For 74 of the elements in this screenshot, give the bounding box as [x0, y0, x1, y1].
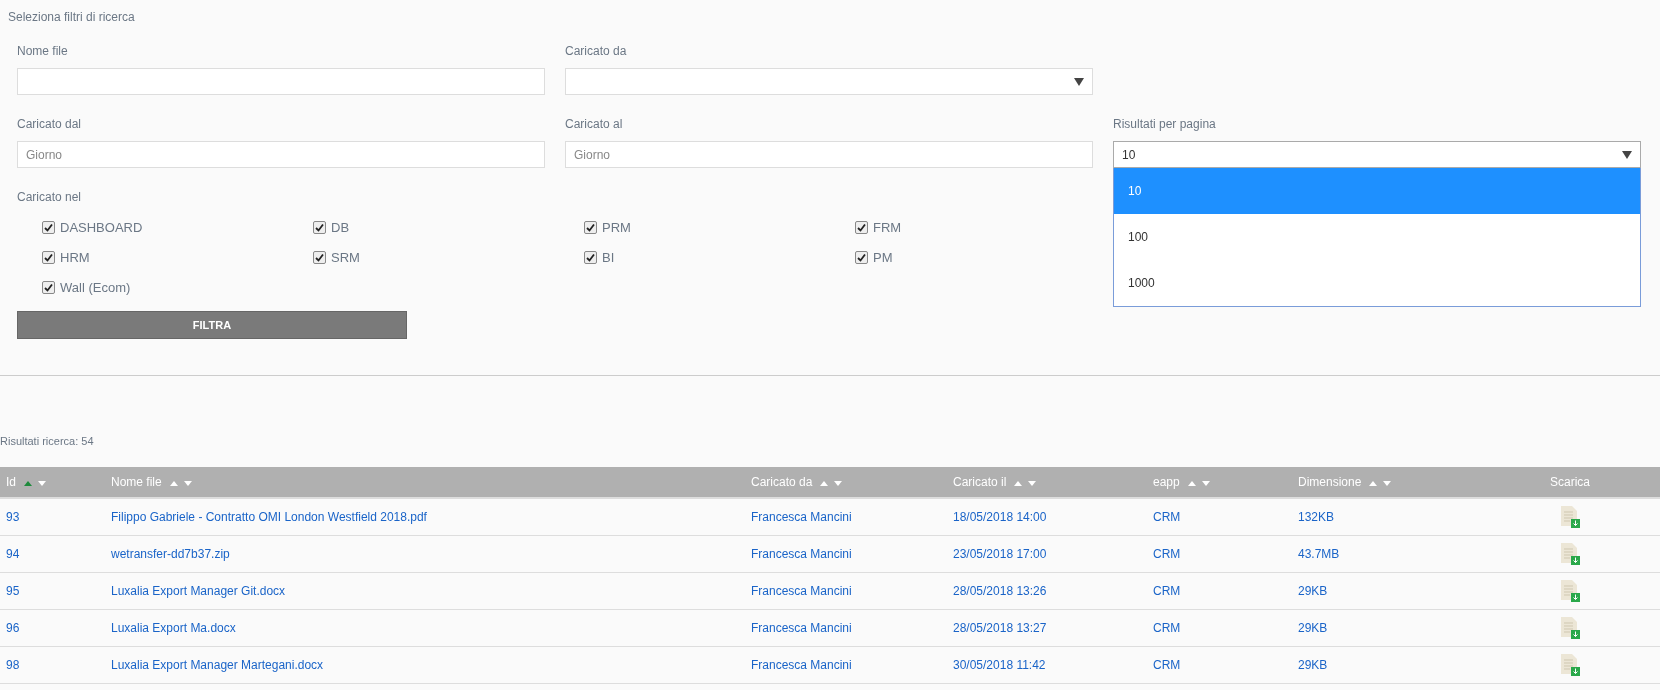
table-cell: 43.7MB [1298, 547, 1340, 561]
file-download-icon[interactable] [1560, 654, 1580, 676]
checkbox-icon[interactable] [855, 250, 868, 264]
sort-icon[interactable] [820, 480, 843, 486]
table-cell: 18/05/2018 14:00 [953, 510, 1047, 524]
module-checkbox[interactable]: HRM [42, 248, 313, 266]
sort-icon[interactable] [1369, 480, 1392, 486]
file-download-icon[interactable] [1560, 506, 1580, 528]
module-checkbox[interactable]: SRM [313, 248, 584, 266]
table-link[interactable]: Francesca Mancini [751, 547, 852, 561]
modules-label: Caricato nel [17, 190, 82, 204]
table-cell: 132KB [1298, 510, 1335, 524]
dropdown-option[interactable]: 10 [1114, 168, 1640, 214]
table-link[interactable]: 96 [6, 621, 20, 635]
field-label: Caricato dal [17, 117, 82, 131]
table-link[interactable]: 94 [6, 547, 20, 561]
table-link[interactable]: 93 [6, 510, 20, 524]
table-cell: CRM [1153, 547, 1181, 561]
field-label: Nome file [17, 44, 68, 58]
checkbox-icon[interactable] [855, 220, 868, 234]
caret-icon [1074, 77, 1084, 86]
table-link[interactable]: Francesca Mancini [751, 621, 852, 635]
checkbox-icon[interactable] [42, 250, 55, 264]
input-field[interactable]: Giorno [565, 141, 1093, 168]
results-count: Risultati ricerca: 54 [0, 435, 95, 449]
checkbox-icon[interactable] [42, 280, 55, 294]
filter-button[interactable]: FILTRA [17, 311, 407, 339]
checkbox-icon[interactable] [313, 250, 326, 264]
table-cell: 29KB [1298, 584, 1328, 598]
table-cell: 29KB [1298, 621, 1328, 635]
module-checkbox[interactable]: PRM [584, 218, 855, 236]
input-field[interactable]: Giorno [17, 141, 545, 168]
module-checkbox[interactable]: DB [313, 218, 584, 236]
module-checkbox[interactable]: Wall (Ecom) [42, 278, 313, 296]
table-cell: 28/05/2018 13:27 [953, 621, 1047, 635]
table-link[interactable]: Luxalia Export Manager Martegani.docx [111, 658, 324, 672]
sort-icon[interactable] [169, 480, 192, 486]
table-link[interactable]: Filippo Gabriele - Contratto OMI London Westfield 2018.pdf [111, 510, 427, 524]
table-cell: CRM [1153, 584, 1181, 598]
table-cell: CRM [1153, 658, 1181, 672]
module-checkbox[interactable]: DASHBOARD [42, 218, 313, 236]
select-field[interactable] [565, 68, 1093, 95]
sort-icon[interactable] [1187, 480, 1210, 486]
table-link[interactable]: wetransfer-dd7b37.zip [111, 547, 230, 561]
table-link[interactable]: Luxalia Export Ma.docx [111, 621, 236, 635]
table-cell: 28/05/2018 13:26 [953, 584, 1047, 598]
file-download-icon[interactable] [1560, 617, 1580, 639]
file-download-icon[interactable] [1560, 580, 1580, 602]
table-cell: 30/05/2018 11:42 [953, 658, 1046, 672]
module-checkbox[interactable]: BI [584, 248, 855, 266]
field-label: Risultati per pagina [1113, 117, 1216, 131]
table-cell: 23/05/2018 17:00 [953, 547, 1047, 561]
field-label: Caricato al [565, 117, 623, 131]
select-field[interactable]: 10 [1113, 141, 1641, 168]
table-cell: 29KB [1298, 658, 1328, 672]
filters-title: Seleziona filtri di ricerca [7, 10, 136, 24]
table-link[interactable]: 95 [6, 584, 20, 598]
field-label: Caricato da [565, 44, 627, 58]
sort-icon[interactable] [24, 480, 46, 486]
checkbox-icon[interactable] [42, 220, 55, 234]
table-link[interactable]: 98 [6, 658, 20, 672]
input-field[interactable] [17, 68, 545, 95]
checkbox-icon[interactable] [313, 220, 326, 234]
file-download-icon[interactable] [1560, 543, 1580, 565]
table-cell: CRM [1153, 510, 1181, 524]
table-cell: CRM [1153, 621, 1181, 635]
table-link[interactable]: Francesca Mancini [751, 584, 852, 598]
checkbox-icon[interactable] [584, 250, 597, 264]
table-link[interactable]: Francesca Mancini [751, 658, 852, 672]
table-link[interactable]: Luxalia Export Manager Git.docx [111, 584, 286, 598]
caret-icon [1622, 150, 1632, 159]
checkbox-icon[interactable] [584, 220, 597, 234]
sort-icon[interactable] [1014, 480, 1037, 486]
table-link[interactable]: Francesca Mancini [751, 510, 852, 524]
